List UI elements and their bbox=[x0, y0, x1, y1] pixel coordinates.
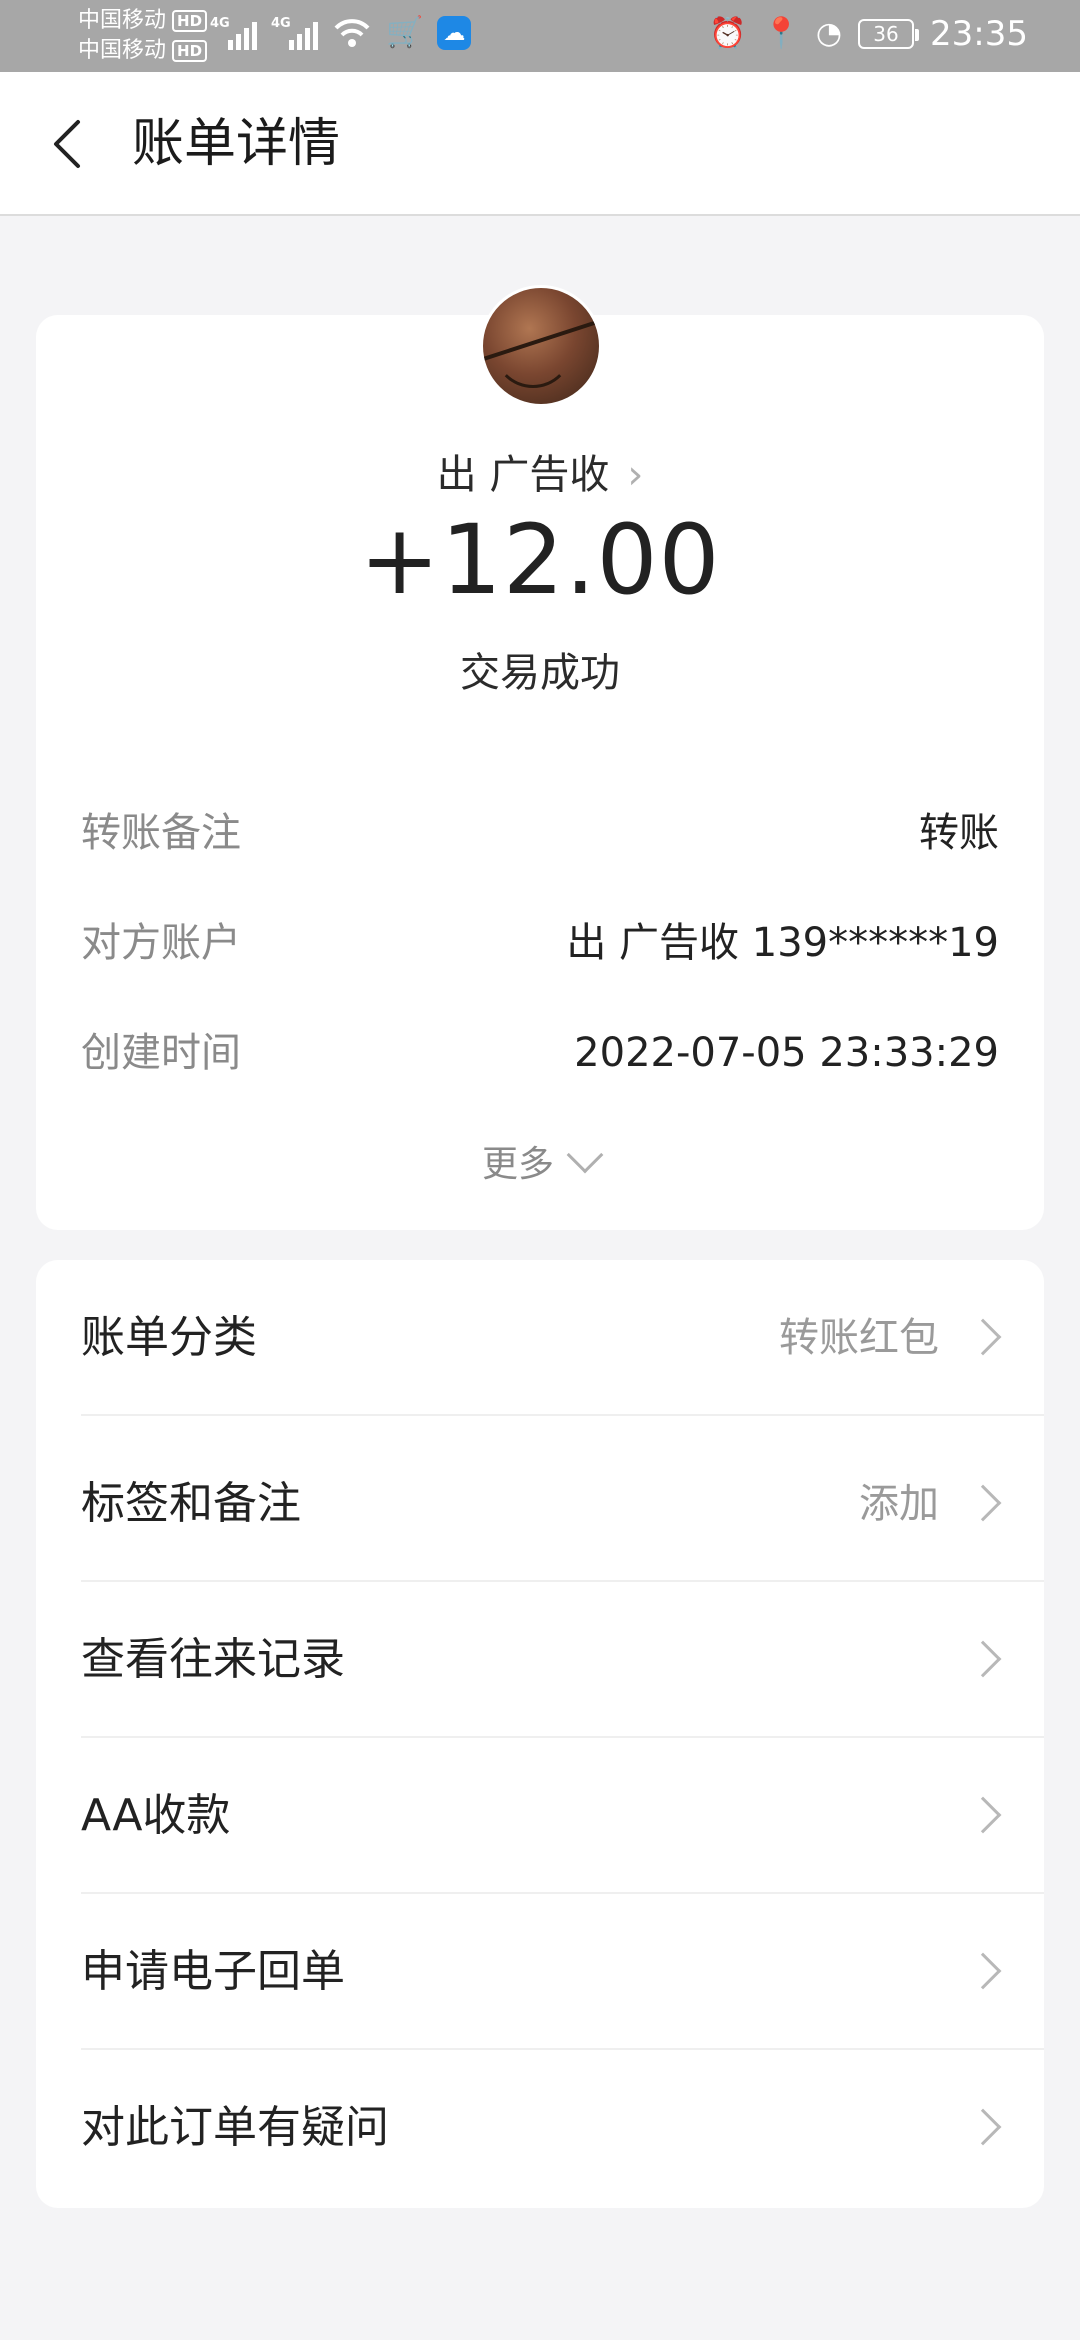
back-arrow-icon[interactable] bbox=[40, 112, 100, 176]
menu-item-aa-collect[interactable]: AA收款 bbox=[36, 1738, 1044, 1894]
alarm-icon: ⏰ bbox=[709, 16, 747, 51]
signal-icon-1: 4G bbox=[210, 16, 257, 50]
payee-name: 出 广告收 bbox=[436, 452, 610, 498]
hd-badge-2: HD bbox=[172, 40, 208, 62]
chevron-right-icon bbox=[964, 1952, 1002, 1990]
transaction-amount: +12.00 bbox=[359, 504, 721, 616]
menu-item-label: 对此订单有疑问 bbox=[81, 2102, 389, 2153]
menu-item-order-question[interactable]: 对此订单有疑问 bbox=[36, 2050, 1044, 2206]
carrier-name-1: 中国移动 bbox=[78, 8, 167, 33]
detail-label: 创建时间 bbox=[81, 1030, 241, 1076]
detail-row-remark: 转账备注 转账 bbox=[81, 805, 999, 861]
transaction-status: 交易成功 bbox=[460, 650, 620, 696]
chevron-right-icon: › bbox=[627, 452, 644, 498]
chevron-right-icon bbox=[964, 1796, 1002, 1834]
more-button[interactable]: 更多 bbox=[36, 1136, 1044, 1190]
detail-row-account: 对方账户 出 广告收 139******19 bbox=[81, 915, 999, 971]
menu-item-history[interactable]: 查看往来记录 bbox=[36, 1582, 1044, 1738]
carrier-name-2: 中国移动 bbox=[78, 38, 167, 63]
page-title: 账单详情 bbox=[132, 114, 341, 174]
signal-icon-2: 4G bbox=[271, 16, 318, 50]
detail-value: 转账 bbox=[919, 810, 999, 856]
chevron-right-icon bbox=[964, 1318, 1002, 1356]
detail-label: 对方账户 bbox=[81, 920, 241, 966]
menu-item-value: 转账红包 bbox=[779, 1315, 939, 1361]
app-header: 账单详情 bbox=[0, 72, 1080, 216]
clock: 23:35 bbox=[930, 14, 1028, 54]
payee-link[interactable]: 出 广告收 › bbox=[36, 447, 1044, 503]
detail-row-created-time: 创建时间 2022-07-05 23:33:29 bbox=[81, 1025, 999, 1081]
divider bbox=[81, 1414, 1044, 1416]
chevron-down-icon bbox=[566, 1136, 604, 1174]
menu-item-label: AA收款 bbox=[81, 1790, 231, 1841]
menu-item-label: 账单分类 bbox=[81, 1312, 257, 1363]
menu-item-tags-notes[interactable]: 标签和备注 添加 bbox=[36, 1426, 1044, 1582]
status-bar: 中国移动 HD 中国移动 HD 4G 4G 🛒 ☁ ⏰ 📍 ◔ 36 23:35 bbox=[0, 0, 1080, 72]
transaction-summary-card: 出 广告收 › +12.00 交易成功 转账备注 转账 对方账户 出 广告收 13… bbox=[36, 285, 1044, 1230]
battery-icon: 36 bbox=[858, 19, 920, 49]
menu-item-label: 查看往来记录 bbox=[81, 1634, 345, 1685]
carrier-info: 中国移动 HD 中国移动 HD bbox=[78, 6, 208, 66]
menu-item-label: 标签和备注 bbox=[81, 1478, 301, 1529]
detail-value: 出 广告收 139******19 bbox=[566, 920, 999, 966]
wifi-icon bbox=[334, 19, 370, 47]
network-type-1: 4G bbox=[210, 16, 230, 31]
location-icon: 📍 bbox=[762, 16, 800, 51]
detail-label: 转账备注 bbox=[81, 810, 241, 856]
chevron-right-icon bbox=[964, 1640, 1002, 1678]
chevron-right-icon bbox=[964, 2108, 1002, 2146]
more-label: 更多 bbox=[481, 1144, 554, 1185]
menu-item-value: 添加 bbox=[859, 1481, 939, 1527]
hd-badge-1: HD bbox=[172, 10, 208, 32]
actions-card: 账单分类 转账红包 标签和备注 添加 查看往来记录 AA收款 申请电子回单 对此… bbox=[36, 1260, 1044, 2208]
network-type-2: 4G bbox=[271, 16, 291, 31]
payee-avatar[interactable] bbox=[480, 285, 602, 407]
chevron-right-icon bbox=[964, 1484, 1002, 1522]
cloud-app-icon: ☁ bbox=[437, 16, 472, 50]
menu-item-e-receipt[interactable]: 申请电子回单 bbox=[36, 1894, 1044, 2050]
menu-item-bill-category[interactable]: 账单分类 转账红包 bbox=[36, 1260, 1044, 1416]
detail-value: 2022-07-05 23:33:29 bbox=[574, 1030, 999, 1076]
speedometer-icon: ◔ bbox=[815, 16, 843, 51]
menu-item-label: 申请电子回单 bbox=[81, 1946, 345, 1997]
shopping-cart-icon: 🛒 bbox=[386, 15, 424, 50]
